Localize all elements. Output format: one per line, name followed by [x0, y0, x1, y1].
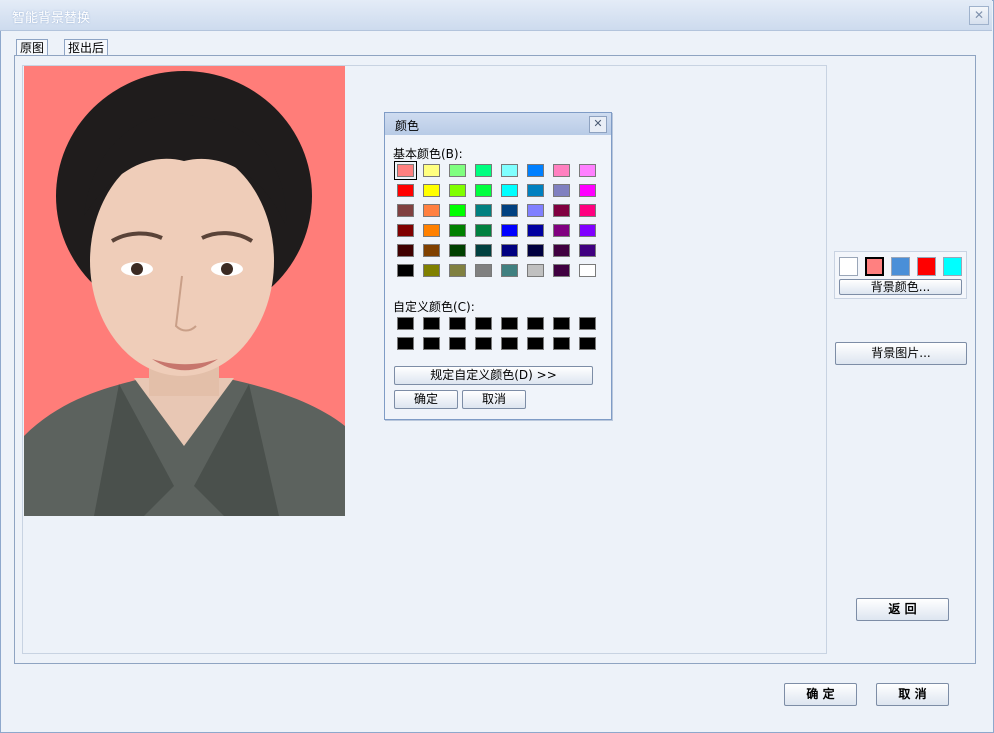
basic-color-swatch[interactable] — [501, 164, 518, 177]
basic-color-swatch[interactable] — [397, 184, 414, 197]
basic-color-swatch[interactable] — [527, 244, 544, 257]
basic-color-swatch[interactable] — [449, 164, 466, 177]
tab-original[interactable]: 原图 — [16, 39, 49, 56]
dialog-ok-button[interactable]: 确定 — [394, 390, 458, 409]
basic-color-swatch[interactable] — [527, 184, 544, 197]
basic-color-swatch[interactable] — [579, 244, 596, 257]
basic-color-swatch[interactable] — [423, 184, 440, 197]
background-color-option[interactable] — [891, 257, 910, 276]
basic-color-swatch[interactable] — [501, 204, 518, 217]
basic-color-swatch[interactable] — [475, 204, 492, 217]
basic-color-swatch[interactable] — [553, 204, 570, 217]
close-icon[interactable]: ✕ — [969, 6, 989, 25]
tab-extracted[interactable]: 抠出后 — [64, 39, 109, 56]
basic-color-swatch[interactable] — [449, 184, 466, 197]
back-button[interactable]: 返 回 — [856, 598, 949, 621]
background-color-option[interactable] — [917, 257, 936, 276]
custom-color-swatch[interactable] — [423, 337, 440, 350]
basic-colors-label: 基本颜色(B): — [393, 147, 463, 161]
basic-color-swatch[interactable] — [423, 224, 440, 237]
basic-color-swatch[interactable] — [475, 164, 492, 177]
basic-color-swatch[interactable] — [501, 184, 518, 197]
custom-color-swatch[interactable] — [579, 337, 596, 350]
window-title: 智能背景替换 — [12, 11, 91, 26]
basic-color-swatch[interactable] — [397, 244, 414, 257]
basic-color-swatch[interactable] — [397, 224, 414, 237]
basic-color-swatch[interactable] — [527, 164, 544, 177]
basic-color-swatch[interactable] — [501, 224, 518, 237]
custom-color-swatch[interactable] — [475, 317, 492, 330]
basic-color-swatch[interactable] — [527, 224, 544, 237]
custom-color-swatch[interactable] — [527, 337, 544, 350]
basic-color-swatch[interactable] — [423, 164, 440, 177]
portrait-image — [24, 71, 345, 516]
color-dialog-titlebar: 颜色 ✕ — [385, 113, 611, 135]
basic-color-swatch[interactable] — [449, 224, 466, 237]
basic-color-swatch[interactable] — [423, 244, 440, 257]
color-dialog: 颜色 ✕ 基本颜色(B): 自定义颜色(C): 规定自定义颜色(D) >> 确定… — [384, 112, 612, 420]
custom-color-swatch[interactable] — [423, 317, 440, 330]
custom-color-swatch[interactable] — [449, 317, 466, 330]
custom-color-swatch[interactable] — [501, 337, 518, 350]
basic-color-swatch[interactable] — [553, 184, 570, 197]
basic-color-swatch[interactable] — [553, 264, 570, 277]
basic-color-swatch[interactable] — [579, 204, 596, 217]
basic-color-swatch[interactable] — [501, 244, 518, 257]
basic-color-swatch[interactable] — [423, 264, 440, 277]
portrait-photo — [24, 66, 345, 516]
custom-color-swatch[interactable] — [553, 317, 570, 330]
background-color-option[interactable] — [865, 257, 884, 276]
basic-color-swatch[interactable] — [449, 244, 466, 257]
basic-color-swatch[interactable] — [553, 164, 570, 177]
dialog-cancel-button[interactable]: 取消 — [462, 390, 526, 409]
custom-colors-label: 自定义颜色(C): — [393, 300, 475, 314]
basic-color-swatch[interactable] — [527, 204, 544, 217]
basic-color-swatch[interactable] — [579, 164, 596, 177]
basic-color-swatch[interactable] — [475, 184, 492, 197]
basic-color-swatch[interactable] — [397, 264, 414, 277]
basic-color-swatch[interactable] — [579, 184, 596, 197]
color-dialog-title: 颜色 — [395, 119, 420, 133]
basic-color-swatch[interactable] — [475, 244, 492, 257]
custom-color-swatch[interactable] — [397, 337, 414, 350]
basic-color-swatch[interactable] — [397, 204, 414, 217]
basic-color-swatch[interactable] — [579, 224, 596, 237]
basic-color-swatch[interactable] — [475, 264, 492, 277]
cancel-button[interactable]: 取 消 — [876, 683, 949, 706]
basic-color-swatch[interactable] — [449, 264, 466, 277]
custom-color-swatch[interactable] — [579, 317, 596, 330]
background-color-swatches: 背景颜色... — [834, 251, 967, 299]
basic-color-swatch[interactable] — [394, 161, 417, 180]
basic-color-swatch[interactable] — [423, 204, 440, 217]
basic-color-swatch[interactable] — [475, 224, 492, 237]
custom-color-swatch[interactable] — [397, 317, 414, 330]
custom-color-swatch[interactable] — [553, 337, 570, 350]
custom-color-swatch[interactable] — [501, 317, 518, 330]
dialog-close-icon[interactable]: ✕ — [589, 116, 607, 133]
basic-color-swatch[interactable] — [553, 244, 570, 257]
ok-button[interactable]: 确 定 — [784, 683, 857, 706]
custom-color-swatch[interactable] — [475, 337, 492, 350]
basic-color-swatch[interactable] — [553, 224, 570, 237]
custom-color-swatch[interactable] — [527, 317, 544, 330]
title-bar: 智能背景替换 ✕ — [0, 0, 992, 31]
background-image-button[interactable]: 背景图片... — [835, 342, 967, 365]
basic-color-swatch[interactable] — [501, 264, 518, 277]
custom-color-swatch[interactable] — [449, 337, 466, 350]
basic-color-swatch[interactable] — [527, 264, 544, 277]
background-color-option[interactable] — [943, 257, 962, 276]
basic-color-swatch[interactable] — [579, 264, 596, 277]
define-custom-colors-button[interactable]: 规定自定义颜色(D) >> — [394, 366, 593, 385]
background-color-button[interactable]: 背景颜色... — [839, 279, 962, 295]
basic-color-swatch[interactable] — [449, 204, 466, 217]
background-color-option[interactable] — [839, 257, 858, 276]
